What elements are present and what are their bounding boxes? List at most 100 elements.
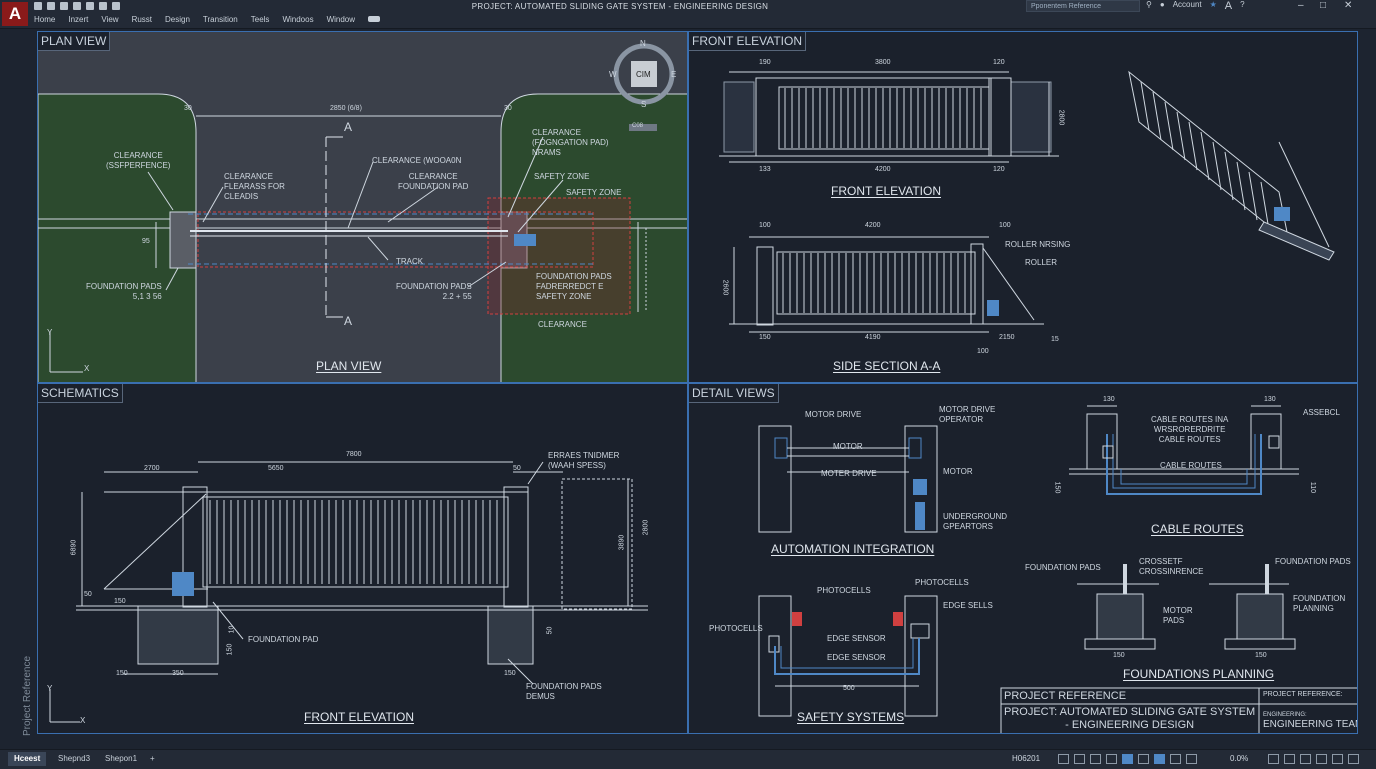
dim-sch-h2: 3890 bbox=[618, 534, 626, 551]
transparency-icon[interactable] bbox=[1170, 754, 1181, 764]
window-title: PROJECT: AUTOMATED SLIDING GATE SYSTEM -… bbox=[471, 2, 769, 11]
tab-home[interactable]: Home bbox=[34, 15, 55, 24]
tab-design[interactable]: Design bbox=[165, 15, 190, 24]
note-operator: MOTOR DRIVE OPERATOR bbox=[939, 405, 996, 424]
minimize-icon[interactable]: – bbox=[1298, 0, 1304, 11]
dim-side-g: 100 bbox=[977, 348, 989, 355]
note-found-pads-left: FOUNDATION PADS 5,1 3 56 bbox=[86, 282, 162, 301]
zoom-level: 0.0% bbox=[1230, 754, 1249, 763]
dim-sch-side2: 150 bbox=[114, 598, 126, 605]
undo-icon[interactable] bbox=[99, 2, 107, 10]
note-edge-1: EDGE SENSOR bbox=[827, 634, 886, 643]
saveas-icon[interactable] bbox=[73, 2, 81, 10]
grid-icon[interactable] bbox=[1058, 754, 1069, 764]
viewport-label: DETAIL VIEWS bbox=[689, 384, 779, 403]
axis-y: Y bbox=[47, 328, 53, 337]
maximize-icon[interactable]: □ bbox=[1320, 0, 1326, 11]
dim-sch-top: 7800 bbox=[346, 451, 362, 458]
note-cable-2: CABLE ROUTES bbox=[1160, 461, 1222, 470]
compass-w: W bbox=[609, 70, 617, 79]
dim-right: 30 bbox=[504, 105, 512, 112]
polar-icon[interactable] bbox=[1106, 754, 1117, 764]
ortho-icon[interactable] bbox=[1090, 754, 1101, 764]
text-style-label[interactable]: A bbox=[1225, 0, 1232, 12]
tab-window[interactable]: Window bbox=[327, 15, 355, 24]
selection-icon[interactable] bbox=[1186, 754, 1197, 764]
dim-cable-1: 130 bbox=[1103, 396, 1115, 403]
front-drawing bbox=[719, 70, 1335, 333]
note-found-pads-right: FOUNDATION PADS FADRERREDCT E SAFETY ZON… bbox=[536, 272, 612, 301]
plus-icon[interactable] bbox=[1300, 754, 1311, 764]
customize-icon[interactable] bbox=[1348, 754, 1359, 764]
viewport-label: PLAN VIEW bbox=[38, 32, 111, 51]
axis-y: Y bbox=[47, 684, 53, 693]
favorite-icon[interactable]: ★ bbox=[1210, 0, 1217, 12]
annotation-icon[interactable] bbox=[1268, 754, 1279, 764]
note-found-pads-mid: FOUNDATION PADS 2.2 + 55 bbox=[396, 282, 472, 301]
status-bar: Hceest Shepnd3 Shepon1 + H06201 0.0% bbox=[0, 749, 1376, 769]
plan-drawing bbox=[38, 43, 687, 382]
axis-x: X bbox=[80, 716, 86, 725]
help-icon[interactable]: ? bbox=[1240, 0, 1244, 12]
dim-side-e: 4190 bbox=[865, 334, 881, 341]
print-icon[interactable] bbox=[86, 2, 94, 10]
dim-front-c: 120 bbox=[993, 59, 1005, 66]
viewport-detail[interactable]: DETAIL VIEWS MOTOR DRIVE MOTOR MOTER DRI… bbox=[688, 383, 1358, 734]
dim-sch-base1: 150 bbox=[116, 670, 128, 677]
osnap-icon[interactable] bbox=[1122, 754, 1133, 764]
viewcube-center[interactable]: CIM bbox=[636, 70, 651, 80]
tab-transition[interactable]: Transition bbox=[203, 15, 238, 24]
lineweight-icon[interactable] bbox=[1154, 754, 1165, 764]
tab-insert[interactable]: Inzert bbox=[68, 15, 88, 24]
cable-caption: CABLE ROUTES bbox=[1151, 522, 1244, 536]
tab-layout-model[interactable]: Hceest bbox=[8, 752, 47, 766]
isolate-icon[interactable] bbox=[1316, 754, 1327, 764]
add-layout-button[interactable]: + bbox=[144, 752, 161, 766]
note-edge-3: EDGE SELLS bbox=[943, 601, 993, 610]
viewport-schematics[interactable]: SCHEMATICS 7800 2700 5650 50 6890 3890 2… bbox=[37, 383, 688, 734]
detail-drawing bbox=[758, 405, 1357, 733]
app-logo[interactable]: A bbox=[2, 2, 28, 26]
note-underground: UNDERGROUND GPEARTORS bbox=[943, 512, 1007, 531]
search-input[interactable]: Pponentem Reference bbox=[1026, 0, 1140, 12]
otrack-icon[interactable] bbox=[1138, 754, 1149, 764]
dim-sch-b: 5650 bbox=[268, 465, 284, 472]
note-safety-zone-1: SAFETY ZONE bbox=[534, 172, 590, 181]
account-label[interactable]: Account bbox=[1173, 0, 1202, 12]
dim-side: 95 bbox=[142, 238, 150, 245]
tab-layout-3[interactable]: Shepon1 bbox=[99, 752, 143, 766]
user-icon[interactable]: ● bbox=[1160, 0, 1165, 12]
section-mark-bottom: A bbox=[344, 314, 353, 328]
save-icon[interactable] bbox=[60, 2, 68, 10]
dim-sch-side4: 50 bbox=[546, 626, 554, 635]
viewport-plan[interactable]: PLAN VIEW N S W E CIM 30 2850 (6/8) 30 9… bbox=[37, 31, 688, 383]
viewport-label: SCHEMATICS bbox=[38, 384, 123, 403]
tab-russt[interactable]: Russt bbox=[132, 15, 152, 24]
tab-windoos[interactable]: Windoos bbox=[282, 15, 313, 24]
status-tools-right bbox=[1268, 754, 1359, 764]
tab-view[interactable]: View bbox=[101, 15, 118, 24]
compass-s: S bbox=[641, 100, 647, 109]
note-clearance-fleas: CLEARANCE FLEARASS FOR CLEADIS bbox=[224, 172, 285, 201]
dim-side-h: 2600 bbox=[721, 279, 729, 296]
workspace-toggle-icon[interactable] bbox=[368, 16, 381, 22]
workspace-icon[interactable] bbox=[1284, 754, 1295, 764]
note-roller-nrsing: ROLLER NRSING bbox=[1005, 240, 1071, 249]
status-toggles bbox=[1058, 754, 1197, 764]
open-icon[interactable] bbox=[47, 2, 55, 10]
tab-tools[interactable]: Teels bbox=[251, 15, 270, 24]
tb-ref-label2: PROJECT REFERENCE: bbox=[1263, 691, 1343, 698]
new-icon[interactable] bbox=[34, 2, 42, 10]
dim-mid: 2850 (6/8) bbox=[330, 105, 362, 112]
viewport-front[interactable]: FRONT ELEVATION 190 3800 120 133 4200 12… bbox=[688, 31, 1358, 383]
fullscreen-icon[interactable] bbox=[1332, 754, 1343, 764]
front-caption: FRONT ELEVATION bbox=[831, 184, 942, 198]
note-motor: MOTOR bbox=[833, 442, 863, 451]
binoculars-icon[interactable]: ⚲ bbox=[1146, 0, 1152, 12]
note-sch-tag: ERRAES TNIDMER (WAAH SPESS) bbox=[548, 451, 620, 470]
note-motor-drive: MOTOR DRIVE bbox=[805, 410, 862, 419]
close-icon[interactable]: ✕ bbox=[1344, 0, 1352, 11]
snap-icon[interactable] bbox=[1074, 754, 1085, 764]
redo-icon[interactable] bbox=[112, 2, 120, 10]
tab-layout-2[interactable]: Shepnd3 bbox=[52, 752, 96, 766]
